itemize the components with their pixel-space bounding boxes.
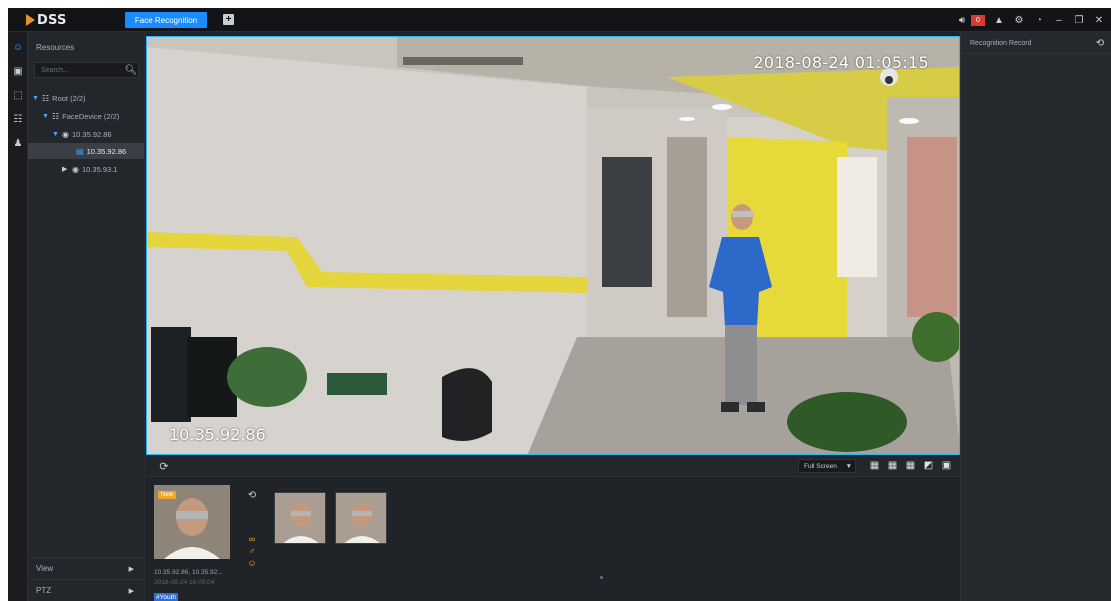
top-bar: DSS Face Recognition + 🔊︎ 0 ▲ ⚙ ◔ – ❐ ✕ bbox=[8, 8, 1111, 32]
restore-icon[interactable]: ❐ bbox=[1073, 14, 1085, 26]
video-channel-label: 10.35.92.86 bbox=[169, 425, 266, 444]
tree-label: Root (2/2) bbox=[52, 93, 86, 103]
history-icon[interactable]: ⟲ bbox=[1094, 37, 1106, 49]
latest-capture-card[interactable]: New 10.35.92.86, 10.35.92... 2018-08-24 … bbox=[154, 485, 230, 601]
close-icon[interactable]: ✕ bbox=[1093, 14, 1105, 26]
face-monitor-icon[interactable]: ☺ bbox=[11, 40, 25, 54]
video-timestamp: 2018-08-24 01:05:15 bbox=[753, 53, 929, 72]
layout-6-icon[interactable]: ▦ bbox=[886, 459, 899, 472]
live-video-window[interactable]: 2018-08-24 01:05:15 10.35.92.86 bbox=[146, 36, 960, 455]
alarm-indicator[interactable]: 🔊︎ 0 bbox=[956, 14, 985, 26]
device-icon: ◉ bbox=[62, 129, 69, 139]
layout-4-icon[interactable]: ▦ bbox=[868, 459, 881, 472]
recognition-header: Recognition Record ⟲ bbox=[961, 32, 1111, 54]
layout-9-icon[interactable]: ▦ bbox=[904, 459, 917, 472]
face-search-icon[interactable]: ▣ bbox=[11, 64, 25, 78]
search-input[interactable] bbox=[35, 66, 124, 74]
ptz-section-toggle[interactable]: PTZ ▶ bbox=[28, 579, 144, 601]
capture-thumbnail[interactable] bbox=[274, 492, 326, 544]
icon-rail: ☺ ▣ ⬚ ☷ ♟ bbox=[8, 32, 28, 601]
report-icon[interactable]: ☷ bbox=[11, 112, 25, 126]
face-capture-icon[interactable]: ⬚ bbox=[11, 88, 25, 102]
alarm-count-badge: 0 bbox=[971, 14, 985, 26]
add-tab-button[interactable]: + bbox=[223, 14, 234, 25]
user-icon[interactable]: ▲ bbox=[993, 14, 1005, 26]
age-tag: #Youth bbox=[154, 593, 179, 601]
resources-title: Resources bbox=[36, 43, 75, 52]
expand-arrow-icon[interactable]: ▼ bbox=[32, 95, 39, 102]
settings-icon[interactable]: ⚙ bbox=[1013, 14, 1025, 26]
people-icon[interactable]: ♟ bbox=[11, 136, 25, 150]
dss-logo: DSS bbox=[26, 11, 67, 29]
video-frame bbox=[147, 37, 959, 454]
tree-node-facedevice[interactable]: ▼ ☷ FaceDevice (2/2) bbox=[42, 109, 119, 123]
tree-node-device-2[interactable]: ▶ ◉ 10.35.93.1 bbox=[62, 162, 117, 176]
search-icon[interactable]: 🔍︎ bbox=[124, 63, 138, 77]
view-section-toggle[interactable]: View ▶ bbox=[28, 557, 144, 579]
ptz-label: PTZ bbox=[36, 586, 52, 595]
capture-time: 2018-08-24 16:05:04 bbox=[154, 579, 215, 586]
tree-node-device-1[interactable]: ▼ ◉ 10.35.92.86 bbox=[52, 127, 112, 141]
capture-title: 10.35.92.86, 10.35.92... bbox=[154, 569, 223, 576]
camera-icon: ▤ bbox=[76, 146, 84, 156]
capture-strip: New 10.35.92.86, 10.35.92... 2018-08-24 … bbox=[146, 477, 960, 601]
tree-node-channel[interactable]: ▤ 10.35.92.86 bbox=[76, 144, 126, 158]
tab-face-recognition[interactable]: Face Recognition bbox=[125, 12, 207, 28]
glasses-icon: ∞ bbox=[248, 534, 256, 544]
fullscreen-icon[interactable]: ▣ bbox=[940, 459, 953, 472]
chevron-down-icon: ▼ bbox=[845, 462, 852, 470]
expand-arrow-icon[interactable]: ▼ bbox=[42, 113, 49, 120]
speaker-icon[interactable]: 🔊︎ bbox=[956, 14, 968, 26]
expand-arrow-icon[interactable]: ▼ bbox=[52, 131, 59, 138]
new-tag: New bbox=[158, 491, 177, 499]
top-right-controls: 🔊︎ 0 ▲ ⚙ ◔ – ❐ ✕ bbox=[956, 12, 1105, 28]
logo-text: DSS bbox=[37, 12, 67, 28]
capture-thumbnail[interactable] bbox=[335, 492, 387, 544]
tree-node-root[interactable]: ▼ ☷ Root (2/2) bbox=[32, 91, 86, 105]
chevron-right-icon: ▶ bbox=[128, 587, 134, 595]
custom-layout-icon[interactable]: ◩ bbox=[922, 459, 935, 472]
display-mode-select[interactable]: Full Screen ▼ bbox=[798, 459, 856, 473]
latest-capture-image[interactable]: New bbox=[154, 485, 230, 559]
collapse-arrow-icon[interactable]: ▶ bbox=[62, 165, 69, 173]
display-mode-value: Full Screen bbox=[804, 462, 837, 470]
male-icon: ♂ bbox=[248, 546, 256, 556]
recognition-record-panel: Recognition Record ⟲ bbox=[960, 32, 1111, 601]
face-thumbnail-image bbox=[275, 493, 325, 543]
resources-panel: Resources 🔍︎ ▼ ☷ Root (2/2) ▼ ☷ FaceDevi… bbox=[28, 32, 145, 601]
sync-icon[interactable]: ⟳ bbox=[157, 459, 171, 473]
device-icon: ◉ bbox=[72, 164, 79, 174]
tree-label: 10.35.92.86 bbox=[86, 146, 127, 156]
view-label: View bbox=[36, 564, 54, 573]
tree-label: FaceDevice (2/2) bbox=[62, 111, 120, 121]
recognition-title: Recognition Record bbox=[970, 40, 1032, 47]
tree-label: 10.35.93.1 bbox=[81, 164, 118, 174]
pager-dot[interactable] bbox=[600, 576, 603, 579]
logo-mark-icon bbox=[26, 14, 35, 26]
org-icon: ☷ bbox=[42, 93, 50, 103]
tree-label: 10.35.92.86 bbox=[71, 129, 112, 139]
gauge-icon[interactable]: ◔ bbox=[1033, 14, 1045, 26]
face-thumbnail-image bbox=[336, 493, 386, 543]
chevron-right-icon: ▶ bbox=[128, 565, 134, 573]
minimize-icon[interactable]: – bbox=[1053, 14, 1065, 26]
org-icon: ☷ bbox=[52, 111, 60, 121]
history-icon[interactable]: ⟲ bbox=[246, 489, 258, 501]
video-toolbar: ⟳ Full Screen ▼ ▦ ▦ ▦ ◩ ▣ bbox=[146, 455, 960, 477]
app-window: DSS Face Recognition + 🔊︎ 0 ▲ ⚙ ◔ – ❐ ✕ … bbox=[8, 8, 1111, 601]
smile-icon: ☺ bbox=[247, 558, 257, 568]
search-box: 🔍︎ bbox=[34, 62, 139, 78]
